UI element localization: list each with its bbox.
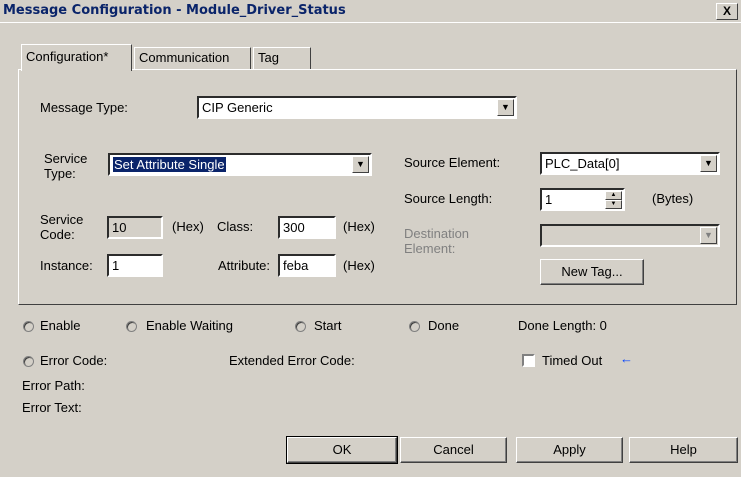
title-bar: Message Configuration - Module_Driver_St… (0, 0, 741, 23)
close-icon: X (722, 4, 731, 18)
enable-waiting-label: Enable Waiting (146, 318, 233, 333)
tab-communication-label: Communication (139, 50, 230, 65)
error-path-label: Error Path: (22, 378, 85, 393)
enable-waiting-radio-icon (126, 321, 137, 332)
error-code-radio-icon (23, 356, 34, 367)
error-text-label: Error Text: (22, 400, 82, 415)
cancel-button[interactable]: Cancel (400, 437, 507, 463)
close-button[interactable]: X (716, 3, 738, 20)
ok-button[interactable]: OK (286, 436, 398, 464)
start-radio-icon (295, 321, 306, 332)
configuration-panel (18, 69, 737, 305)
tab-configuration[interactable]: Configuration* (21, 44, 132, 71)
help-button[interactable]: Help (629, 437, 738, 463)
window-title: Message Configuration - Module_Driver_St… (3, 3, 346, 18)
done-length-label: Done Length: 0 (518, 318, 607, 333)
apply-button[interactable]: Apply (516, 437, 623, 463)
tab-tag-label: Tag (258, 50, 279, 65)
enable-radio-icon (23, 321, 34, 332)
done-label: Done (428, 318, 460, 333)
tab-configuration-label: Configuration* (26, 49, 109, 64)
enable-label: Enable (40, 318, 81, 333)
error-code-label: Error Code: (40, 353, 108, 368)
tab-communication[interactable]: Communication (134, 47, 251, 70)
extended-error-code-label: Extended Error Code: (229, 353, 355, 368)
start-label: Start (314, 318, 342, 333)
tab-tag[interactable]: Tag (253, 47, 311, 70)
arrow-left-icon: ← (620, 351, 633, 366)
timed-out-label: Timed Out (542, 353, 603, 368)
timed-out-checkbox[interactable] (522, 354, 535, 367)
done-radio-icon (409, 321, 420, 332)
